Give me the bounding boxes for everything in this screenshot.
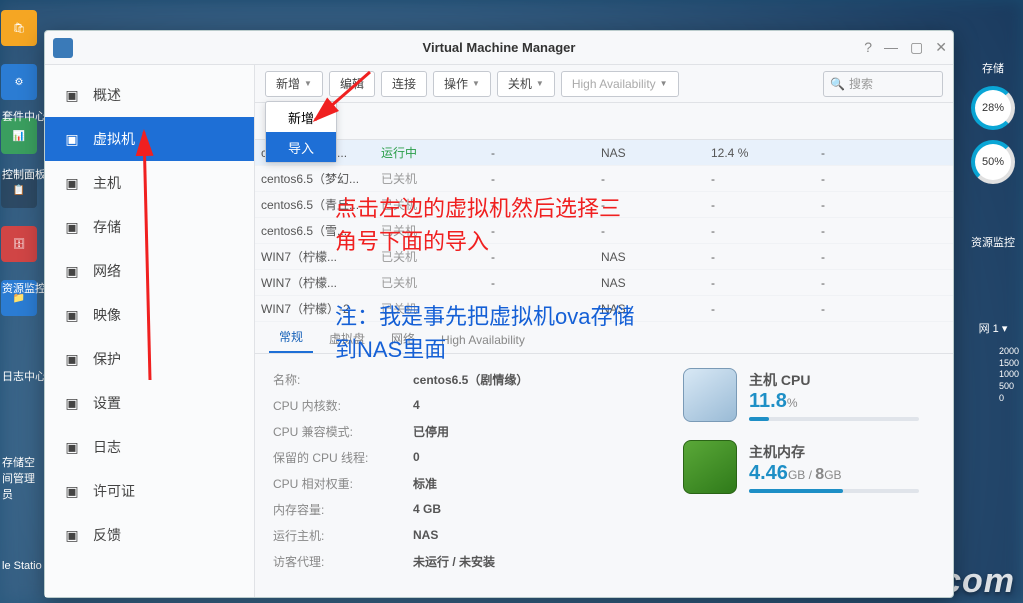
license-icon: ▣ bbox=[63, 482, 81, 500]
table-row[interactable]: WIN7（柠檬...已关机-NAS-- bbox=[255, 244, 953, 270]
storage-icon: ▣ bbox=[63, 218, 81, 236]
window-title: Virtual Machine Manager bbox=[423, 40, 576, 55]
sidebar-item-2[interactable]: ▣ 主机 bbox=[45, 161, 254, 205]
toolbar: 新增▼ 编辑 连接 操作▼ 关机▼ High Availability▼ 🔍 搜… bbox=[255, 65, 953, 103]
sidebar-item-4[interactable]: ▣ 网络 bbox=[45, 249, 254, 293]
table-row[interactable]: WIN7（柠檬）-2已关机-NAS-- bbox=[255, 296, 953, 322]
sidebar-item-label: 概述 bbox=[93, 85, 121, 105]
table-row[interactable]: centos6.5（剧...运行中-NAS12.4 %- bbox=[255, 140, 953, 166]
sidebar-item-3[interactable]: ▣ 存储 bbox=[45, 205, 254, 249]
sidebar: ▣ 概述 ▣ 虚拟机 ▣ 主机 ▣ 存储 ▣ 网络 ▣ 映像 ▣ 保护 ▣ 设置 ▣ 日志 ▣ 许可证 ▣ 反馈 bbox=[45, 65, 255, 597]
taskbar-app[interactable]: 🗄 bbox=[1, 226, 37, 262]
sidebar-item-label: 保护 bbox=[93, 349, 121, 369]
titlebar[interactable]: Virtual Machine Manager ? — ▢ ✕ bbox=[45, 31, 953, 65]
sidebar-item-label: 设置 bbox=[93, 393, 121, 413]
table-row[interactable]: WIN7（柠檬...已关机-NAS-- bbox=[255, 270, 953, 296]
property-row: 保留的 CPU 线程:0 bbox=[273, 444, 655, 470]
vm-icon: ▣ bbox=[63, 130, 81, 148]
sidebar-item-label: 网络 bbox=[93, 261, 121, 281]
main-panel: 新增▼ 编辑 连接 操作▼ 关机▼ High Availability▼ 🔍 搜… bbox=[255, 65, 953, 597]
network-icon: ▣ bbox=[63, 262, 81, 280]
minimize-icon[interactable]: — bbox=[884, 39, 898, 56]
storage-ring-1: 28% bbox=[971, 86, 1015, 130]
ha-button[interactable]: High Availability▼ bbox=[561, 71, 679, 97]
app-icon bbox=[53, 38, 73, 58]
sidebar-item-label: 虚拟机 bbox=[93, 129, 135, 149]
property-row: 内存容量:4 GB bbox=[273, 496, 655, 522]
desktop-taskbar: 🛍 ⚙ 📊 📋 🗄 📁 bbox=[0, 0, 38, 603]
protect-icon: ▣ bbox=[63, 350, 81, 368]
search-input[interactable]: 🔍 搜索 bbox=[823, 71, 943, 97]
sidebar-item-1[interactable]: ▣ 虚拟机 bbox=[45, 117, 254, 161]
maximize-icon[interactable]: ▢ bbox=[910, 39, 923, 56]
property-row: CPU 兼容模式:已停用 bbox=[273, 418, 655, 444]
cpu-chip-icon bbox=[683, 368, 737, 422]
sidebar-item-6[interactable]: ▣ 保护 bbox=[45, 337, 254, 381]
overview-icon: ▣ bbox=[63, 86, 81, 104]
storage-label: 存储 bbox=[982, 60, 1004, 76]
vm-table: 名称状态High Availability运行主机主机 CPUIP centos… bbox=[255, 103, 953, 322]
host-icon: ▣ bbox=[63, 174, 81, 192]
new-dropdown: 新增 导入 bbox=[265, 101, 337, 163]
network-label[interactable]: 网 1 ▾ bbox=[979, 320, 1008, 336]
image-icon: ▣ bbox=[63, 306, 81, 324]
sidebar-item-label: 许可证 bbox=[93, 481, 135, 501]
vmm-window: Virtual Machine Manager ? — ▢ ✕ ▣概述▣虚拟机▣… bbox=[44, 30, 954, 598]
close-icon[interactable]: ✕ bbox=[935, 39, 947, 56]
sidebar-item-label: 映像 bbox=[93, 305, 121, 325]
tab[interactable]: 常规 bbox=[269, 322, 313, 353]
sidebar-item-7[interactable]: ▣ 设置 bbox=[45, 381, 254, 425]
desktop-right-panel: 存储 28% 50% 资源监控 网 1 ▾ 2000 1500 1000 500… bbox=[963, 60, 1023, 404]
property-row: CPU 内核数:4 bbox=[273, 392, 655, 418]
help-icon[interactable]: ? bbox=[864, 39, 872, 56]
table-row[interactable]: centos6.5（青丘...已关机---- bbox=[255, 192, 953, 218]
sidebar-item-0[interactable]: ▣ 概述 bbox=[45, 73, 254, 117]
storage-ring-2: 50% bbox=[971, 140, 1015, 184]
properties-panel: 名称:centos6.5（剧情缘）CPU 内核数:4CPU 兼容模式:已停用保留… bbox=[255, 354, 673, 597]
sidebar-item-5[interactable]: ▣ 映像 bbox=[45, 293, 254, 337]
memory-chip-icon bbox=[683, 440, 737, 494]
dropdown-import[interactable]: 导入 bbox=[266, 132, 336, 162]
sidebar-item-label: 主机 bbox=[93, 173, 121, 193]
edit-button[interactable]: 编辑 bbox=[329, 71, 375, 97]
operate-button[interactable]: 操作▼ bbox=[433, 71, 491, 97]
resource-label: 资源监控 bbox=[971, 234, 1015, 250]
property-row: 运行主机:NAS bbox=[273, 522, 655, 548]
feedback-icon: ▣ bbox=[63, 526, 81, 544]
detail-tabs: 常规虚拟盘网络High Availability bbox=[255, 322, 953, 354]
property-row: CPU 相对权重:标准 bbox=[273, 470, 655, 496]
taskbar-app[interactable]: 🛍 bbox=[1, 10, 37, 46]
settings-icon: ▣ bbox=[63, 394, 81, 412]
shutdown-button[interactable]: 关机▼ bbox=[497, 71, 555, 97]
stats-panel: 主机 CPU 11.8% 主机内存 4.46GB / 8GB bbox=[673, 354, 953, 597]
tab[interactable]: 网络 bbox=[381, 324, 425, 353]
table-row[interactable]: centos6.5（雪...已关机---- bbox=[255, 218, 953, 244]
table-row[interactable]: centos6.5（梦幻...已关机---- bbox=[255, 166, 953, 192]
sidebar-item-label: 反馈 bbox=[93, 525, 121, 545]
sidebar-item-8[interactable]: ▣ 日志 bbox=[45, 425, 254, 469]
dropdown-add[interactable]: 新增 bbox=[266, 102, 336, 132]
property-row: 访客代理:未运行 / 未安装 bbox=[273, 548, 655, 574]
sidebar-item-label: 存储 bbox=[93, 217, 121, 237]
sidebar-item-label: 日志 bbox=[93, 437, 121, 457]
cpu-stat: 主机 CPU 11.8% bbox=[683, 368, 943, 422]
log-icon: ▣ bbox=[63, 438, 81, 456]
property-row: 名称:centos6.5（剧情缘） bbox=[273, 366, 655, 392]
tab[interactable]: High Availability bbox=[431, 327, 535, 353]
search-icon: 🔍 bbox=[830, 77, 845, 91]
mem-stat: 主机内存 4.46GB / 8GB bbox=[683, 440, 943, 494]
new-button[interactable]: 新增▼ bbox=[265, 71, 323, 97]
sidebar-item-10[interactable]: ▣ 反馈 bbox=[45, 513, 254, 557]
tab[interactable]: 虚拟盘 bbox=[319, 324, 375, 353]
taskbar-app[interactable]: ⚙ bbox=[1, 64, 37, 100]
sidebar-item-9[interactable]: ▣ 许可证 bbox=[45, 469, 254, 513]
connect-button[interactable]: 连接 bbox=[381, 71, 427, 97]
